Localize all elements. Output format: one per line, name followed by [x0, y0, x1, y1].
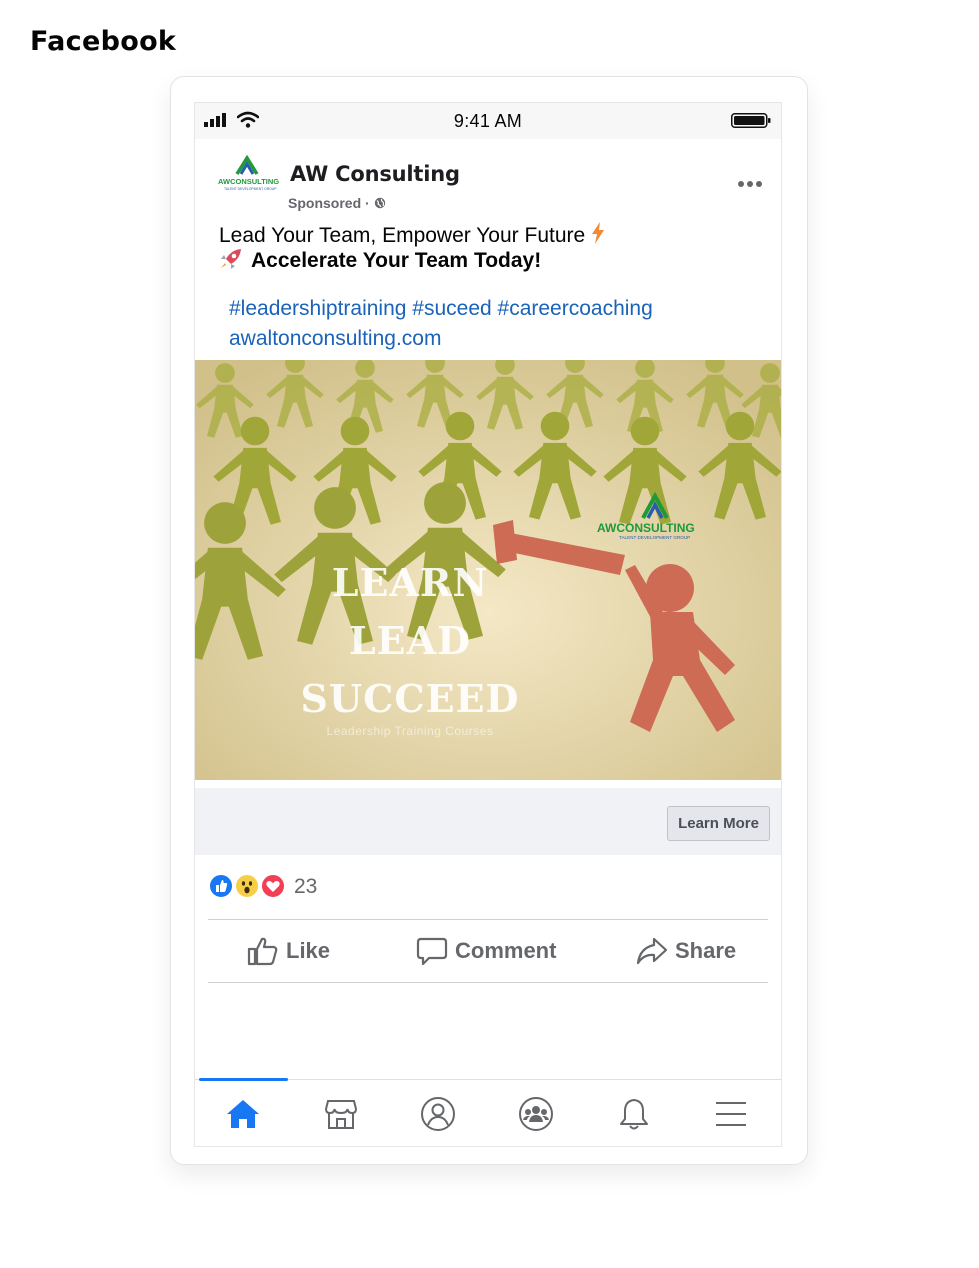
- cta-bar: Learn More: [195, 788, 781, 855]
- love-icon: [260, 873, 286, 899]
- home-icon: [227, 1099, 259, 1128]
- status-time: 9:41 AM: [453, 111, 523, 131]
- image-headline-succeed: SUCCEED: [300, 676, 520, 721]
- share-icon: [636, 937, 668, 965]
- post-text-line1: Lead Your Team, Empower Your Future: [219, 222, 605, 248]
- bottom-nav: [195, 1078, 781, 1146]
- comment-icon: [416, 937, 448, 966]
- aw-logo-icon: AWCONSULTING TALENT DEVELOPMENT GROUP: [218, 154, 279, 191]
- thumbs-up-icon: [247, 937, 278, 966]
- page-name[interactable]: AW Consulting: [290, 162, 460, 186]
- like-label: Like: [286, 938, 331, 963]
- sponsored-label: Sponsored ·: [288, 195, 386, 211]
- post-link[interactable]: awaltonconsulting.com: [229, 327, 441, 351]
- comment-button[interactable]: Comment: [415, 920, 556, 982]
- like-icon: [208, 873, 234, 899]
- post-text-line2-label: Accelerate Your Team Today!: [251, 249, 542, 272]
- nav-profile[interactable]: [393, 1080, 483, 1146]
- sponsored-text: Sponsored ·: [288, 195, 374, 211]
- nav-menu[interactable]: [686, 1080, 776, 1146]
- profile-icon: [421, 1096, 455, 1131]
- globe-icon: [374, 197, 385, 209]
- battery-icon: [731, 113, 771, 128]
- marketplace-icon: [324, 1099, 358, 1129]
- share-button[interactable]: Share: [635, 920, 736, 982]
- logo-brand: AWCONSULTING: [218, 177, 279, 186]
- rocket-icon: [221, 249, 241, 269]
- logo-tagline: TALENT DEVELOPMENT GROUP: [224, 187, 277, 191]
- post-hashtags[interactable]: #leadershiptraining #suceed #careercoach…: [229, 297, 653, 321]
- image-logo-icon: AWCONSULTING TALENT DEVELOPMENT GROUP: [597, 492, 695, 540]
- divider-bottom: [208, 982, 768, 983]
- image-logo-tagline: TALENT DEVELOPMENT GROUP: [619, 535, 690, 540]
- image-headline-learn: LEARN: [331, 560, 489, 605]
- nav-marketplace[interactable]: [296, 1080, 386, 1146]
- menu-icon: [716, 1101, 746, 1126]
- nav-groups[interactable]: [491, 1080, 581, 1146]
- reaction-count: 23: [294, 875, 318, 898]
- comment-label: Comment: [455, 938, 557, 963]
- more-options-icon[interactable]: [737, 179, 763, 189]
- wow-icon: [234, 873, 260, 899]
- ad-image[interactable]: LEARN LEAD SUCCEED Leadership Training C…: [195, 360, 781, 780]
- lightning-icon: [592, 222, 605, 244]
- image-subline: Leadership Training Courses: [326, 724, 494, 738]
- notifications-icon: [620, 1098, 648, 1129]
- like-button[interactable]: Like: [246, 920, 330, 982]
- post-actions: Like Comment Share: [208, 920, 768, 982]
- learn-more-button[interactable]: Learn More: [667, 806, 770, 841]
- page-title: Facebook: [30, 26, 177, 57]
- status-bar: 9:41 AM: [195, 103, 781, 139]
- image-logo-brand: AWCONSULTING: [597, 521, 695, 535]
- phone-screen: 9:41 AM AWCONSULTING TALENT DEVELOPMENT …: [194, 102, 782, 1147]
- image-headline-lead: LEAD: [348, 618, 472, 663]
- page-avatar[interactable]: AWCONSULTING TALENT DEVELOPMENT GROUP: [215, 148, 279, 200]
- groups-icon: [519, 1096, 553, 1131]
- share-label: Share: [675, 938, 737, 963]
- nav-notifications[interactable]: [589, 1080, 679, 1146]
- nav-home[interactable]: [198, 1080, 288, 1146]
- phone-mockup: 9:41 AM AWCONSULTING TALENT DEVELOPMENT …: [170, 76, 808, 1165]
- post-text-line1-label: Lead Your Team, Empower Your Future: [219, 224, 586, 247]
- post-text-line2: Accelerate Your Team Today!: [219, 248, 541, 273]
